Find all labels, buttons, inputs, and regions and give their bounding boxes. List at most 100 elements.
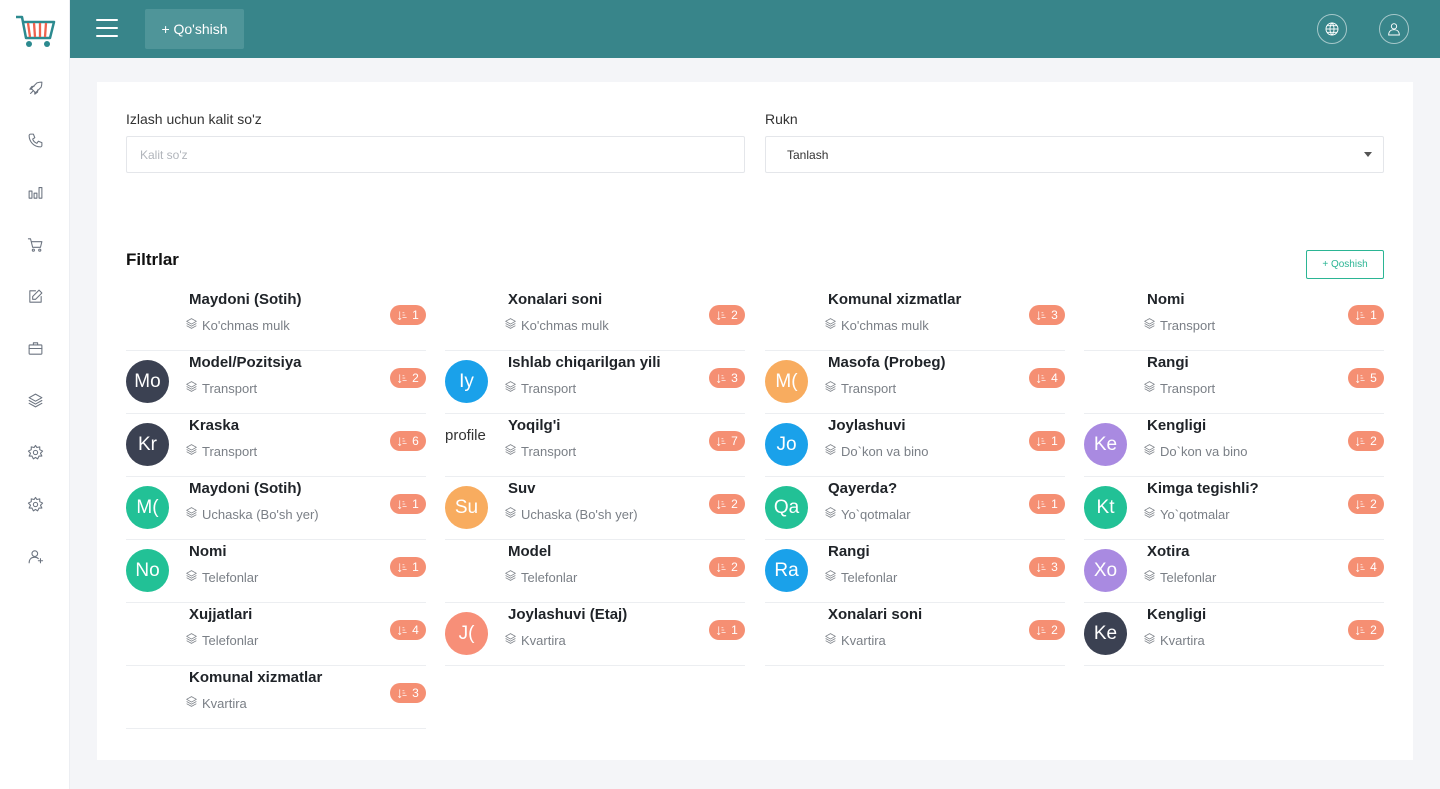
filter-item[interactable]: Ke Kengligi Kvartira 2 [1084, 603, 1384, 666]
count-value: 2 [731, 308, 738, 322]
layers-icon [504, 380, 521, 396]
layers-icon [504, 632, 521, 648]
sort-icon [716, 625, 727, 636]
filter-category-label: Kvartira [841, 632, 886, 648]
sort-icon [397, 373, 408, 384]
filter-title: Masofa (Probeg) [828, 354, 946, 371]
filter-item[interactable]: Nomi Transport 1 [1084, 288, 1384, 351]
filter-item[interactable]: Komunal xizmatlar Kvartira 3 [126, 666, 426, 729]
count-badge: 1 [390, 494, 426, 514]
count-badge: 6 [390, 431, 426, 451]
keyword-input[interactable]: Kalit so'z [126, 136, 745, 173]
filter-item[interactable]: Xonalari soni Ko'chmas mulk 2 [445, 288, 745, 351]
filter-item[interactable]: Komunal xizmatlar Ko'chmas mulk 3 [765, 288, 1065, 351]
filter-item[interactable]: No Nomi Telefonlar 1 [126, 540, 426, 603]
count-value: 1 [412, 308, 419, 322]
filter-title: Komunal xizmatlar [828, 291, 962, 308]
filter-item[interactable]: Ke Kengligi Do`kon va bino 2 [1084, 414, 1384, 477]
count-badge: 2 [709, 494, 745, 514]
count-badge: 1 [1029, 494, 1065, 514]
count-badge: 1 [1348, 305, 1384, 325]
filter-title: Rangi [1147, 354, 1189, 371]
count-value: 4 [1370, 560, 1377, 574]
layers-icon [185, 506, 202, 522]
layers-icon [1143, 632, 1160, 648]
briefcase-icon[interactable] [25, 338, 45, 358]
filter-title: Suv [508, 480, 536, 497]
cart-logo[interactable] [14, 12, 56, 50]
filter-item[interactable]: J(Joylashuvi (Etaj) Kvartira 1 [445, 603, 745, 666]
filter-item[interactable]: Xonalari soni Kvartira 2 [765, 603, 1065, 666]
filter-category: Transport [1143, 317, 1215, 333]
bar-chart-icon[interactable] [25, 182, 45, 202]
filter-category: Do`kon va bino [1143, 443, 1247, 459]
filter-item[interactable]: profile Yoqilg'i Transport 7 [445, 414, 745, 477]
caret-down-icon [1364, 152, 1372, 157]
filter-title: Model/Pozitsiya [189, 354, 302, 371]
avatar: Mo [126, 360, 169, 403]
count-badge: 4 [1348, 557, 1384, 577]
filter-item[interactable]: Ra Rangi Telefonlar 3 [765, 540, 1065, 603]
count-badge: 7 [709, 431, 745, 451]
filter-title: Joylashuvi [828, 417, 906, 434]
filter-item[interactable]: M(Masofa (Probeg) Transport 4 [765, 351, 1065, 414]
filter-category-label: Do`kon va bino [1160, 443, 1248, 459]
filter-title: Kengligi [1147, 417, 1207, 434]
filter-category: Uchaska (Bo'sh yer) [185, 506, 319, 522]
filter-item[interactable]: Qa Qayerda? Yo`qotmalar 1 [765, 477, 1065, 540]
settings-icon[interactable] [25, 442, 45, 462]
filter-item[interactable]: Jo Joylashuvi Do`kon va bino 1 [765, 414, 1065, 477]
avatar: M( [126, 486, 169, 529]
count-value: 2 [412, 371, 419, 385]
filter-category: Ko'chmas mulk [185, 317, 290, 333]
filter-category-label: Telefonlar [1160, 569, 1217, 585]
filter-category: Kvartira [504, 632, 566, 648]
filter-item[interactable]: Kt Kimga tegishli? Yo`qotmalar 2 [1084, 477, 1384, 540]
count-value: 1 [1370, 308, 1377, 322]
filter-item[interactable]: Maydoni (Sotih) Ko'chmas mulk 1 [126, 288, 426, 351]
add-filter-button[interactable]: + Qoshish [1306, 250, 1384, 279]
filter-item[interactable]: Mo Model/Pozitsiya Transport 2 [126, 351, 426, 414]
edit-icon[interactable] [25, 286, 45, 306]
settings-icon[interactable] [25, 494, 45, 514]
globe-icon[interactable] [1317, 14, 1347, 44]
filter-item[interactable]: Xujjatlari Telefonlar 4 [126, 603, 426, 666]
add-button[interactable]: + Qo'shish [145, 9, 244, 49]
filter-item[interactable]: Su Suv Uchaska (Bo'sh yer) 2 [445, 477, 745, 540]
filter-title: Kraska [189, 417, 240, 434]
layers-icon [185, 317, 202, 333]
filter-item[interactable]: Iy Ishlab chiqarilgan yili Transport 3 [445, 351, 745, 414]
filter-item[interactable]: M(Maydoni (Sotih) Uchaska (Bo'sh yer) 1 [126, 477, 426, 540]
filter-category: Telefonlar [504, 569, 577, 585]
count-value: 1 [412, 497, 419, 511]
count-badge: 3 [1029, 305, 1065, 325]
count-value: 7 [731, 434, 738, 448]
filter-category-label: Do`kon va bino [841, 443, 929, 459]
filter-item[interactable]: Model Telefonlar 2 [445, 540, 745, 603]
layers-icon [1143, 569, 1160, 585]
user-icon[interactable] [25, 546, 45, 566]
filter-title: Rangi [828, 543, 870, 560]
avatar: Qa [765, 486, 808, 529]
category-select[interactable]: Tanlash [765, 136, 1384, 173]
sort-icon [716, 373, 727, 384]
filter-item[interactable]: Rangi Transport 5 [1084, 351, 1384, 414]
phone-icon[interactable] [25, 130, 45, 150]
sort-icon [1036, 310, 1047, 321]
count-value: 1 [1051, 434, 1058, 448]
menu-icon[interactable] [96, 19, 118, 37]
layers-icon[interactable] [25, 390, 45, 410]
filter-item[interactable]: Kr Kraska Transport 6 [126, 414, 426, 477]
layers-icon [1143, 506, 1160, 522]
filter-category-label: Transport [521, 380, 577, 396]
keyword-label: Izlash uchun kalit so'z [126, 111, 262, 127]
filter-category-label: Uchaska (Bo'sh yer) [521, 506, 638, 522]
layers-icon [824, 317, 841, 333]
filter-item[interactable]: Xo Xotira Telefonlar 4 [1084, 540, 1384, 603]
rocket-icon[interactable] [25, 78, 45, 98]
count-value: 4 [1051, 371, 1058, 385]
cart-icon[interactable] [25, 234, 45, 254]
filter-title: Xonalari soni [508, 291, 603, 308]
sort-icon [397, 436, 408, 447]
user-icon[interactable] [1379, 14, 1409, 44]
